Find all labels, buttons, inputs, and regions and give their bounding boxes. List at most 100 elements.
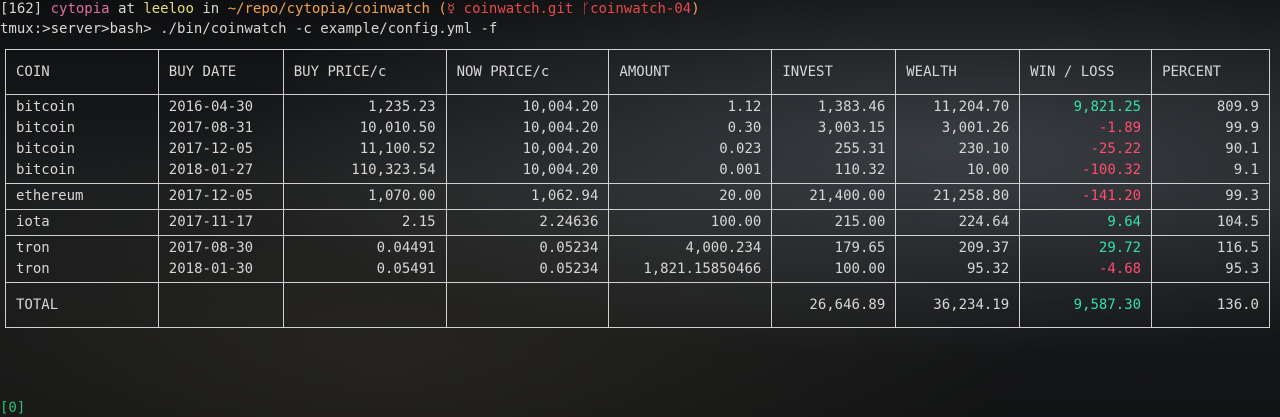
cell-invest: 21,400.00 <box>771 183 897 210</box>
cell-wealth: 21,258.80 <box>895 183 1021 210</box>
total-percent: 136.0 <box>1151 282 1270 328</box>
cell-value: 3,001.26 <box>941 120 1010 136</box>
table-row-group: ethereum 2017-12-05 1,070.00 1,062.94 20.00 2… <box>5 183 1270 210</box>
tmux-context: tmux:>server>bash> <box>0 21 152 37</box>
cell-value: bitcoin <box>16 120 76 136</box>
cell-value: 95.32 <box>967 261 1010 277</box>
total-row: TOTAL 26,646.89 36,234.19 9,587.30 136.0 <box>5 282 1270 328</box>
total-winloss: 9,587.30 <box>1019 282 1153 328</box>
cell-winloss: 9.64 <box>1019 209 1153 236</box>
cell-value: 10,010.50 <box>359 120 436 136</box>
command-line[interactable]: tmux:>server>bash> ./bin/coinwatch -c ex… <box>0 20 497 38</box>
cell-value: 179.65 <box>834 240 886 256</box>
cell-now-price: 10,004.20 10,004.20 10,004.20 10,004.20 <box>445 94 610 184</box>
cell-value: 21,400.00 <box>809 188 886 204</box>
cell-value: 0.30 <box>727 120 762 136</box>
cell-value: 9.64 <box>1107 214 1142 230</box>
cell-value: tron <box>16 261 50 277</box>
tmux-window-indicator[interactable]: [0] <box>0 399 25 417</box>
cell-amount: 4,000.234 1,821.15850466 <box>608 235 773 283</box>
cell-value: 1,070.00 <box>368 188 436 204</box>
column-header: WIN / LOSS <box>1019 49 1153 95</box>
cell-value: 104.5 <box>1216 214 1259 230</box>
cell-value: -25.22 <box>1090 141 1142 157</box>
cell-value: 10,004.20 <box>522 120 599 136</box>
history-number: [162] <box>0 1 43 17</box>
cell-value: ethereum <box>16 188 84 204</box>
cell-winloss: -141.20 <box>1019 183 1153 210</box>
cell-value: 2018-01-27 <box>168 162 254 178</box>
cell-value: 0.001 <box>719 162 762 178</box>
cell-value: 10,004.20 <box>522 141 599 157</box>
cell-buy-date: 2017-12-05 <box>157 183 284 210</box>
cell-buy-price: 2.15 <box>282 209 447 236</box>
total-empty-cell <box>157 282 284 328</box>
cell-value: 29.72 <box>1098 240 1142 256</box>
cell-value: 9.1 <box>1233 162 1259 178</box>
cell-value: 1,235.23 <box>368 99 436 115</box>
cell-value: 0.05491 <box>376 261 436 277</box>
cell-value: 3,003.15 <box>817 120 886 136</box>
cell-value: 10,004.20 <box>522 99 599 115</box>
cell-value: 90.1 <box>1225 141 1259 157</box>
cell-value: 11,100.52 <box>359 141 436 157</box>
shell-prompt: [162] cytopia at leeloo in ~/repo/cytopi… <box>0 0 700 18</box>
cell-value: 100.00 <box>834 261 886 277</box>
cell-value: bitcoin <box>16 141 76 157</box>
cell-value: 2017-11-17 <box>168 214 254 230</box>
cell-value: 4,000.234 <box>685 240 762 256</box>
cell-now-price: 2.24636 <box>445 209 610 236</box>
cell-value: 2016-04-30 <box>168 99 254 115</box>
cell-value: 2018-01-30 <box>168 261 254 277</box>
table-row-group: iota 2017-11-17 2.15 2.24636 100.00 215.00 224… <box>5 209 1270 236</box>
cell-value: 99.9 <box>1225 120 1259 136</box>
cell-winloss: 29.72 -4.68 <box>1019 235 1153 283</box>
cell-value: 1.12 <box>727 99 762 115</box>
cell-buy-date: 2016-04-30 2017-08-31 2017-12-05 2018-01-27 <box>157 94 284 184</box>
branch-icon: ᚴ <box>573 1 591 17</box>
cell-value: 20.00 <box>719 188 762 204</box>
cell-value: 230.10 <box>958 141 1010 157</box>
cell-value: -100.32 <box>1082 162 1142 178</box>
table-row-group: tron tron 2017-08-30 2018-01-30 0.04491 0.054… <box>5 235 1270 283</box>
prompt-at: at <box>109 1 144 17</box>
cell-amount: 100.00 <box>608 209 773 236</box>
cell-value: 10,004.20 <box>522 162 599 178</box>
cell-now-price: 0.05234 0.05234 <box>445 235 610 283</box>
cell-value: 10.00 <box>967 162 1010 178</box>
cell-value: 100.00 <box>710 214 762 230</box>
column-header: WEALTH <box>895 49 1021 95</box>
cell-value: 1,383.46 <box>817 99 886 115</box>
cell-value: 1,062.94 <box>530 188 599 204</box>
column-header: PERCENT <box>1151 49 1270 95</box>
git-icon: ☿ <box>446 1 456 17</box>
cell-value: 95.3 <box>1225 261 1259 277</box>
command-text: ./bin/coinwatch -c example/config.yml -f <box>151 21 498 37</box>
git-open-paren: ( <box>429 1 447 17</box>
prompt-user: cytopia <box>50 1 110 17</box>
cell-value: 209.37 <box>958 240 1010 256</box>
cell-value: -4.68 <box>1098 261 1142 277</box>
cell-value: iota <box>16 214 50 230</box>
cell-value: 9,821.25 <box>1073 99 1142 115</box>
cell-value: -1.89 <box>1098 120 1142 136</box>
cell-winloss: 9,821.25 -1.89 -25.22 -100.32 <box>1019 94 1153 184</box>
cell-value: 0.023 <box>719 141 762 157</box>
cell-value: 2017-12-05 <box>168 188 254 204</box>
cell-value: 215.00 <box>834 214 886 230</box>
cell-buy-price: 0.04491 0.05491 <box>282 235 447 283</box>
cell-value: 2.24636 <box>539 214 599 230</box>
cell-value: 2017-08-30 <box>168 240 254 256</box>
column-header: BUY PRICE/c <box>282 49 447 95</box>
cell-percent: 116.5 95.3 <box>1151 235 1270 283</box>
cell-wealth: 224.64 <box>895 209 1021 236</box>
cell-invest: 215.00 <box>771 209 897 236</box>
cell-value: 21,258.80 <box>933 188 1010 204</box>
cell-coin: bitcoin bitcoin bitcoin bitcoin <box>5 94 159 184</box>
cell-wealth: 209.37 95.32 <box>895 235 1021 283</box>
cell-coin: ethereum <box>5 183 159 210</box>
cell-value: 809.9 <box>1216 99 1259 115</box>
cell-amount: 20.00 <box>608 183 773 210</box>
cell-wealth: 11,204.70 3,001.26 230.10 10.00 <box>895 94 1021 184</box>
git-repo: coinwatch.git <box>455 1 574 17</box>
